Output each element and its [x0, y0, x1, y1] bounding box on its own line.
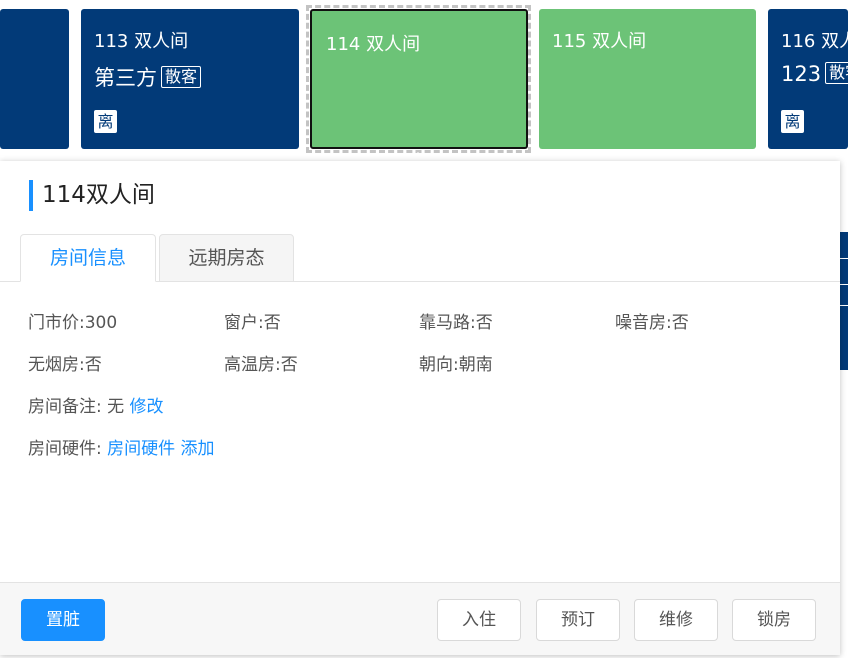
- remark-label: 房间备注: 无: [28, 397, 125, 417]
- guest-type-badge: 散客: [161, 66, 202, 88]
- guest-name: 第三方 散客: [94, 62, 202, 92]
- reserve-button[interactable]: 预订: [536, 599, 620, 641]
- hardware-link[interactable]: 房间硬件: [107, 439, 175, 459]
- remark-edit-link[interactable]: 修改: [130, 397, 164, 417]
- tab-room-info[interactable]: 房间信息: [20, 234, 156, 282]
- popover-title: 114双人间: [42, 182, 155, 208]
- guest-type-badge: 散客: [825, 62, 848, 84]
- popover-footer: 置脏 入住 预订 维修 锁房: [0, 582, 840, 655]
- checkout-badge: 离: [781, 110, 804, 133]
- repair-button[interactable]: 维修: [634, 599, 718, 641]
- checkout-badge: 离: [94, 110, 117, 133]
- info-hardware: 房间硬件: 房间硬件 添加: [28, 434, 215, 459]
- info-smoke-free: 无烟房:否: [28, 355, 102, 375]
- room-card-115[interactable]: 115 双人间: [539, 9, 756, 149]
- tab-future-status[interactable]: 远期房态: [159, 234, 294, 282]
- guest-name: 123散客: [781, 62, 848, 86]
- room-card-114[interactable]: 114 双人间: [310, 9, 528, 149]
- room-number: 114 双人间: [326, 34, 421, 55]
- hardware-label: 房间硬件:: [28, 439, 102, 459]
- lock-room-button[interactable]: 锁房: [732, 599, 816, 641]
- mark-dirty-button[interactable]: 置脏: [21, 599, 105, 641]
- info-noise: 噪音房:否: [615, 313, 689, 333]
- room-number: 115 双人间: [552, 31, 647, 52]
- info-window: 窗户:否: [224, 313, 281, 333]
- info-facing: 朝向:朝南: [419, 355, 493, 375]
- room-card-112[interactable]: [0, 9, 69, 149]
- room-number: 113 双人间: [94, 31, 189, 52]
- room-detail-popover: 114双人间 房间信息 远期房态 门市价:300 窗户:否 靠马路:否 噪音房:…: [0, 161, 840, 655]
- info-road: 靠马路:否: [419, 313, 493, 333]
- info-price: 门市价:300: [28, 313, 118, 333]
- room-number: 116 双人间: [781, 31, 848, 52]
- info-remark: 房间备注: 无 修改: [28, 392, 164, 417]
- title-accent-bar: [29, 180, 33, 211]
- room-card-113[interactable]: 113 双人间 第三方 散客 离: [81, 9, 299, 149]
- hardware-add-link[interactable]: 添加: [181, 439, 215, 459]
- checkin-button[interactable]: 入住: [437, 599, 521, 641]
- room-card-116[interactable]: 116 双人间 123散客 离: [768, 9, 848, 149]
- info-high-temp: 高温房:否: [224, 355, 298, 375]
